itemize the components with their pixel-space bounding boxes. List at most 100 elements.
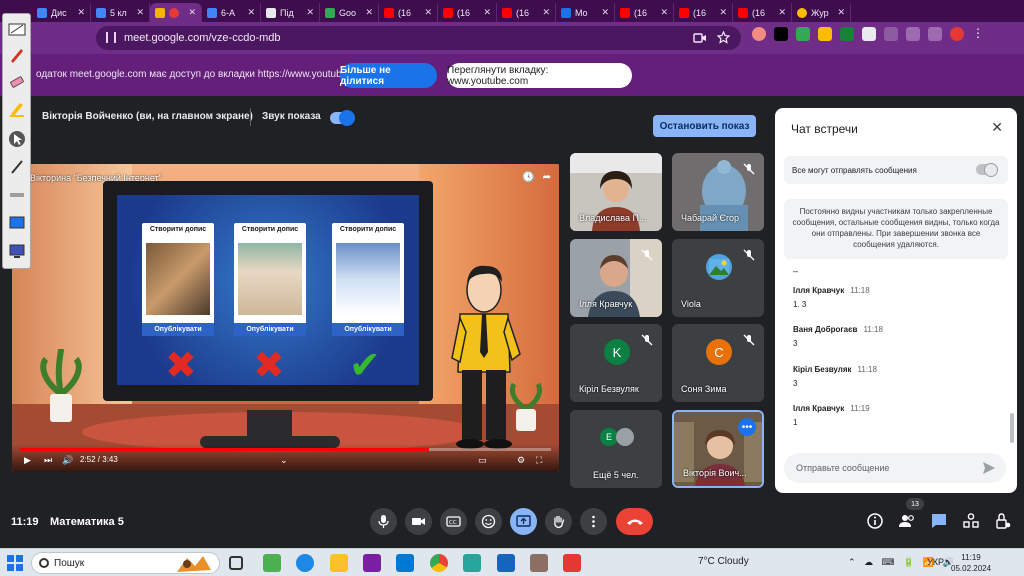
browser-tab[interactable]: (16 ✕ xyxy=(497,3,556,22)
browser-tab[interactable]: 6-А ✕ xyxy=(202,3,261,22)
browser-tab[interactable]: Mo ✕ xyxy=(556,3,615,22)
close-tab-icon[interactable]: ✕ xyxy=(306,7,314,18)
taskbar-search[interactable]: Пошук xyxy=(31,552,220,574)
browser-tab[interactable]: 5 кл ✕ xyxy=(91,3,150,22)
more-options-button[interactable] xyxy=(580,508,607,535)
browser-tab[interactable]: (16 ✕ xyxy=(674,3,733,22)
monitor-icon[interactable] xyxy=(8,242,26,260)
more-options-icon[interactable]: ••• xyxy=(738,418,756,436)
highlighter-icon[interactable] xyxy=(8,100,26,118)
store-icon[interactable] xyxy=(363,554,381,572)
close-tab-icon[interactable]: ✕ xyxy=(77,7,85,18)
allow-messages-toggle[interactable] xyxy=(976,163,998,177)
participant-tile[interactable]: Чабарай Єгор xyxy=(672,153,764,231)
captions-icon[interactable]: ▭ xyxy=(478,455,487,466)
site-settings-icon[interactable] xyxy=(106,32,116,43)
app-icon[interactable] xyxy=(463,554,481,572)
play-icon[interactable]: ▶ xyxy=(24,455,31,466)
leave-call-button[interactable] xyxy=(616,508,653,535)
pen-icon[interactable] xyxy=(8,46,26,64)
mic-button[interactable] xyxy=(370,508,397,535)
camera-button[interactable] xyxy=(405,508,432,535)
chat-icon[interactable] xyxy=(930,512,948,530)
menu-dots-icon[interactable]: ⋮ xyxy=(972,27,986,41)
settings-gear-icon[interactable]: ⚙ xyxy=(517,455,525,466)
self-participant-tile[interactable]: ••• Вікторія Воич... xyxy=(672,410,764,488)
close-tab-icon[interactable]: ✕ xyxy=(247,7,255,18)
people-icon[interactable] xyxy=(898,512,916,530)
browser-tab[interactable]: Жур ✕ xyxy=(792,3,851,22)
browser-tab[interactable]: Дис ✕ xyxy=(32,3,91,22)
volume-icon[interactable]: 🔊 xyxy=(62,455,73,466)
profile-avatar-icon[interactable] xyxy=(950,27,964,41)
browser-tab[interactable]: (16 ✕ xyxy=(438,3,497,22)
close-tab-icon[interactable]: ✕ xyxy=(483,7,491,18)
camera-icon[interactable] xyxy=(693,32,707,44)
close-tab-icon[interactable]: ✕ xyxy=(188,7,196,18)
participant-tile[interactable]: Viola xyxy=(672,239,764,317)
captions-button[interactable]: CC xyxy=(440,508,467,535)
task-view-icon[interactable] xyxy=(229,556,243,570)
fullscreen-icon[interactable]: ⛶ xyxy=(536,455,542,466)
reactions-button[interactable] xyxy=(475,508,502,535)
close-icon[interactable]: ✕ xyxy=(991,119,1003,136)
participant-tile[interactable]: C Соня Зима xyxy=(672,324,764,402)
close-tab-icon[interactable]: ✕ xyxy=(837,7,845,18)
raise-hand-button[interactable] xyxy=(545,508,572,535)
weather-widget[interactable]: 7°C Cloudy xyxy=(698,556,749,567)
browser-tab[interactable]: (16 ✕ xyxy=(615,3,674,22)
extension-icon[interactable] xyxy=(862,27,876,41)
activities-icon[interactable] xyxy=(962,512,980,530)
present-button[interactable] xyxy=(510,508,537,535)
pen-app-icon[interactable] xyxy=(563,554,581,572)
app-icon[interactable] xyxy=(530,554,548,572)
meeting-info-icon[interactable] xyxy=(866,512,884,530)
edge-browser-icon[interactable] xyxy=(296,554,314,572)
address-bar[interactable]: meet.google.com/vze-ccdo-mdb xyxy=(96,26,741,50)
brush-icon[interactable] xyxy=(8,158,26,176)
chat-scrollbar[interactable] xyxy=(1010,413,1014,443)
screen-capture-icon[interactable] xyxy=(8,214,26,232)
close-tab-icon[interactable]: ✕ xyxy=(660,7,668,18)
puzzle-icon[interactable] xyxy=(884,27,898,41)
shared-screen[interactable]: Вікторина "Безпечний Інтернет" 🕓 ➦ Створ… xyxy=(12,164,559,472)
extension-icon[interactable] xyxy=(752,27,766,41)
send-icon[interactable] xyxy=(982,461,996,475)
input-language[interactable]: УКР xyxy=(927,557,944,567)
chevron-down-icon[interactable]: ⌄ xyxy=(280,455,288,466)
chat-input[interactable]: Отправьте сообщение xyxy=(784,453,1006,483)
participant-tile[interactable]: Ілля Кравчук xyxy=(570,239,662,317)
taskbar-clock[interactable]: 11:19 05.02.2024 xyxy=(951,552,991,574)
stop-presenting-button[interactable]: Остановить показ xyxy=(653,115,756,137)
windows-start-icon[interactable] xyxy=(7,555,23,571)
watch-later-icon[interactable]: 🕓 xyxy=(522,172,534,183)
extension-icon[interactable] xyxy=(818,27,832,41)
extension-icon[interactable] xyxy=(774,27,788,41)
share-icon[interactable]: ➦ xyxy=(543,172,551,183)
close-tab-icon[interactable]: ✕ xyxy=(136,7,144,18)
browser-tab[interactable]: Під ✕ xyxy=(261,3,320,22)
share-audio-toggle[interactable] xyxy=(330,110,355,126)
cursor-pointer-icon[interactable] xyxy=(8,130,26,148)
participant-tile[interactable]: Владислава П... xyxy=(570,153,662,231)
close-tab-icon[interactable]: ✕ xyxy=(778,7,786,18)
browser-tab[interactable]: (16 ✕ xyxy=(379,3,438,22)
file-explorer-icon[interactable] xyxy=(330,554,348,572)
document-app-icon[interactable] xyxy=(497,554,515,572)
eraser-icon[interactable] xyxy=(8,72,26,90)
close-tab-icon[interactable]: ✕ xyxy=(424,7,432,18)
mail-icon[interactable] xyxy=(396,554,414,572)
line-tool-icon[interactable] xyxy=(8,186,26,204)
close-tab-icon[interactable]: ✕ xyxy=(365,7,373,18)
browser-tab[interactable]: Goo ✕ xyxy=(320,3,379,22)
stop-sharing-button[interactable]: Більше не ділитися xyxy=(340,63,437,88)
extension-icon[interactable] xyxy=(796,27,810,41)
browser-tab[interactable]: (16 ✕ xyxy=(733,3,792,22)
close-tab-icon[interactable]: ✕ xyxy=(542,7,550,18)
more-participants-tile[interactable]: E Ещё 5 чел. xyxy=(570,410,662,488)
bookmark-star-icon[interactable] xyxy=(717,31,730,44)
close-tab-icon[interactable]: ✕ xyxy=(719,7,727,18)
extension-icon[interactable] xyxy=(906,27,920,41)
widgets-icon[interactable] xyxy=(263,554,281,572)
next-icon[interactable]: ⏭ xyxy=(44,455,52,466)
